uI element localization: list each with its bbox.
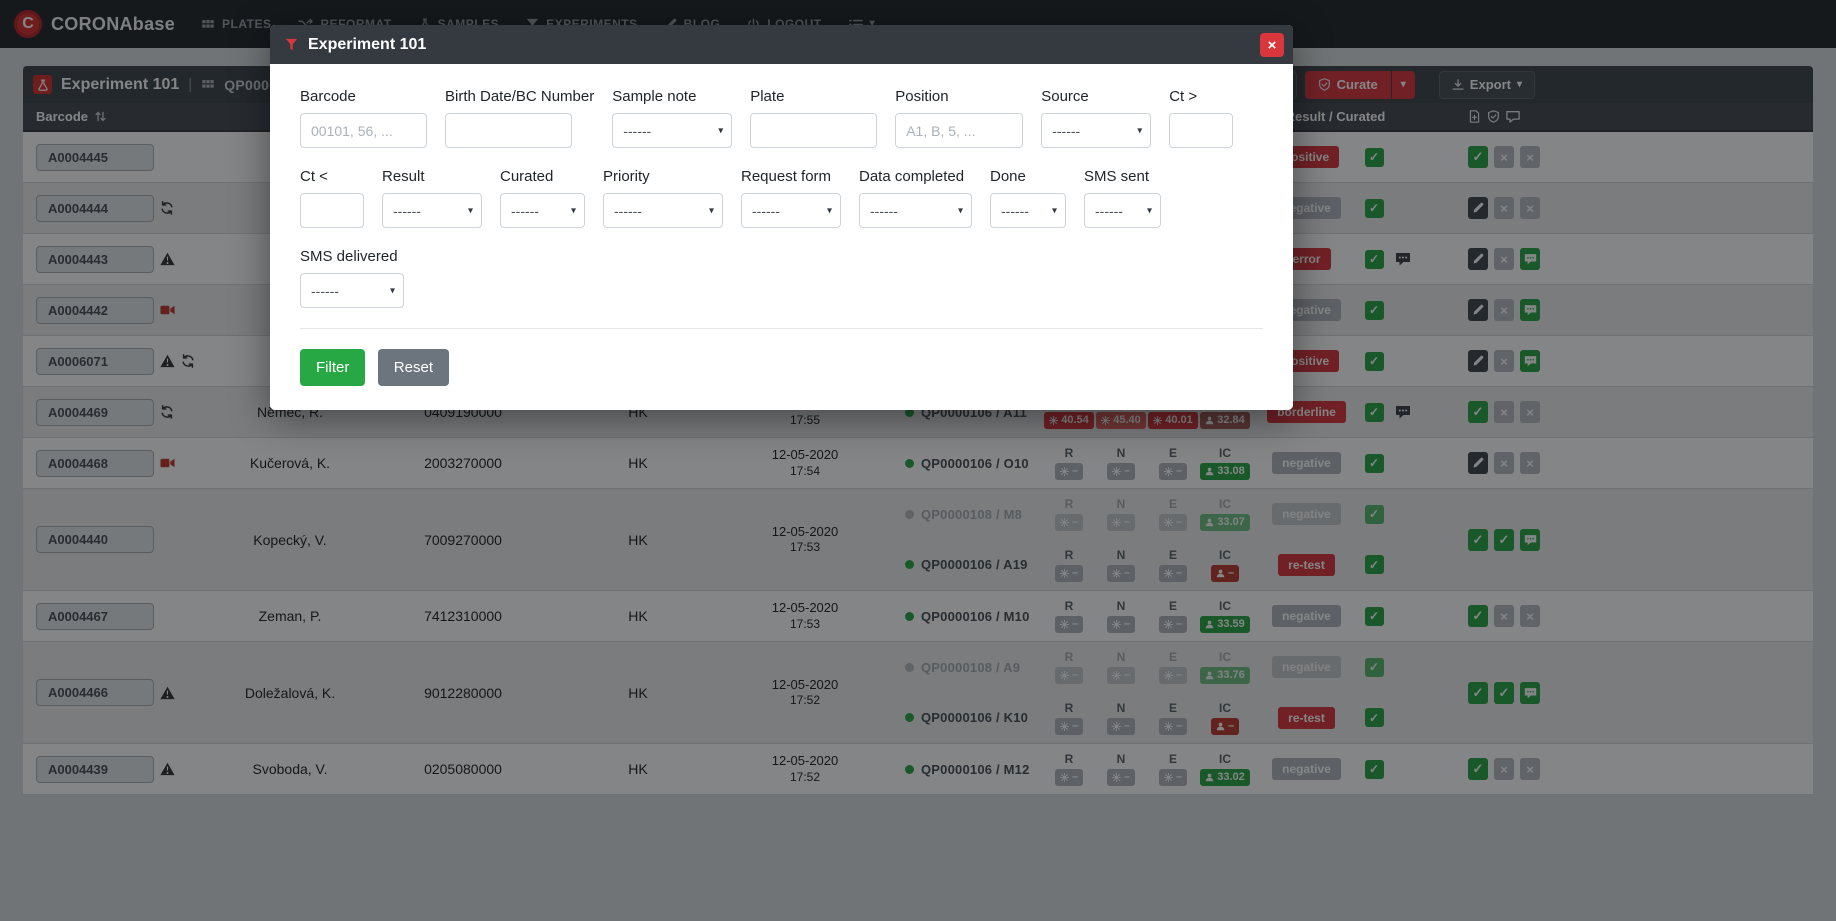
request-form-select[interactable]: ------	[741, 193, 841, 228]
field-label: Request form	[741, 168, 841, 185]
birth-date-bc-number-input[interactable]	[445, 113, 572, 148]
filter-field-ct-lt: Ct <	[300, 168, 364, 228]
filter-row: SMS delivered------▾	[300, 248, 1263, 308]
filter-modal: Experiment 101 × Barcode Birth Date/BC Nu…	[270, 25, 1293, 410]
reset-button[interactable]: Reset	[378, 349, 449, 386]
priority-select[interactable]: ------	[603, 193, 723, 228]
filter-submit-button[interactable]: Filter	[300, 349, 365, 386]
field-label: Birth Date/BC Number	[445, 88, 594, 105]
filter-field-birth-date-bc-number: Birth Date/BC Number	[445, 88, 594, 148]
data-completed-select[interactable]: ------	[859, 193, 972, 228]
plate-input[interactable]	[750, 113, 877, 148]
filter-row: Barcode Birth Date/BC Number Sample note --…	[300, 88, 1263, 148]
filter-row: Ct <Result------▾Curated------▾Priority-…	[300, 168, 1263, 228]
field-label: Sample note	[612, 88, 732, 105]
filter-field-curated: Curated------▾	[500, 168, 585, 228]
close-button[interactable]: ×	[1260, 33, 1284, 57]
filter-field-ct-gt: Ct >	[1169, 88, 1233, 148]
ct-gt-input[interactable]	[1169, 113, 1233, 148]
sms-sent-select[interactable]: ------	[1084, 193, 1161, 228]
field-label: Result	[382, 168, 482, 185]
filter-field-priority: Priority------▾	[603, 168, 723, 228]
sample-note-select[interactable]: ------	[612, 113, 732, 148]
filter-field-request-form: Request form------▾	[741, 168, 841, 228]
field-label: Priority	[603, 168, 723, 185]
filter-field-sample-note: Sample note------▾	[612, 88, 732, 148]
ct-lt-input[interactable]	[300, 193, 364, 228]
field-label: Done	[990, 168, 1066, 185]
modal-header: Experiment 101	[270, 25, 1293, 64]
filter-field-sms-sent: SMS sent------▾	[1084, 168, 1161, 228]
filter-field-position: Position	[895, 88, 1023, 148]
field-label: Barcode	[300, 88, 427, 105]
sms-delivered-select[interactable]: ------	[300, 273, 404, 308]
source-select[interactable]: ------	[1041, 113, 1151, 148]
curated-select[interactable]: ------	[500, 193, 585, 228]
filter-field-source: Source------▾	[1041, 88, 1151, 148]
filter-field-done: Done------▾	[990, 168, 1066, 228]
barcode-input[interactable]	[300, 113, 427, 148]
field-label: Curated	[500, 168, 585, 185]
field-label: Ct >	[1169, 88, 1233, 105]
filter-field-barcode: Barcode	[300, 88, 427, 148]
position-input[interactable]	[895, 113, 1023, 148]
done-select[interactable]: ------	[990, 193, 1066, 228]
modal-title: Experiment 101	[308, 36, 426, 54]
field-label: SMS delivered	[300, 248, 404, 265]
field-label: Data completed	[859, 168, 972, 185]
divider	[300, 328, 1263, 329]
field-label: Position	[895, 88, 1023, 105]
result-select[interactable]: ------	[382, 193, 482, 228]
modal-body: Barcode Birth Date/BC Number Sample note --…	[270, 64, 1293, 410]
filter-field-data-completed: Data completed------▾	[859, 168, 972, 228]
filter-field-plate: Plate	[750, 88, 877, 148]
field-label: Ct <	[300, 168, 364, 185]
field-label: SMS sent	[1084, 168, 1161, 185]
filter-field-result: Result------▾	[382, 168, 482, 228]
field-label: Source	[1041, 88, 1151, 105]
field-label: Plate	[750, 88, 877, 105]
filter-icon	[285, 38, 298, 51]
filter-field-sms-delivered: SMS delivered------▾	[300, 248, 404, 308]
